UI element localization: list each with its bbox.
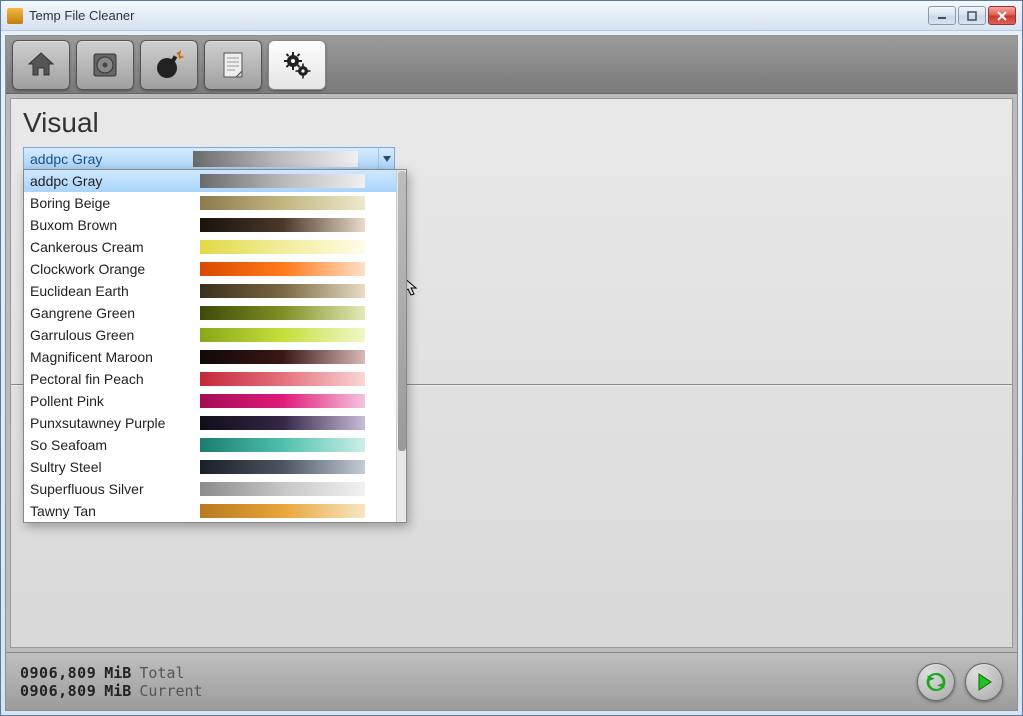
theme-option[interactable]: Pectoral fin Peach bbox=[24, 368, 406, 390]
theme-option[interactable]: So Seafoam bbox=[24, 434, 406, 456]
window-title: Temp File Cleaner bbox=[29, 8, 928, 23]
drive-icon bbox=[89, 49, 121, 81]
maximize-icon bbox=[967, 11, 977, 21]
theme-option-swatch bbox=[200, 504, 365, 518]
window-controls bbox=[928, 6, 1016, 25]
combobox-value: addpc Gray bbox=[24, 151, 193, 167]
play-icon bbox=[974, 672, 994, 692]
gear-icon bbox=[281, 49, 313, 81]
scrollbar[interactable] bbox=[396, 170, 406, 522]
theme-option-swatch bbox=[200, 262, 365, 276]
dropdown-list[interactable]: addpc Gray Boring Beige Buxom Brown Cankero… bbox=[24, 170, 406, 522]
theme-option-swatch bbox=[200, 218, 365, 232]
theme-option[interactable]: addpc Gray bbox=[24, 170, 406, 192]
refresh-button[interactable] bbox=[917, 663, 955, 701]
theme-option-swatch bbox=[200, 196, 365, 210]
theme-option-label: Cankerous Cream bbox=[30, 239, 200, 255]
theme-option[interactable]: Euclidean Earth bbox=[24, 280, 406, 302]
drive-button[interactable] bbox=[76, 40, 134, 90]
theme-option[interactable]: Tawny Tan bbox=[24, 500, 406, 522]
theme-option-swatch bbox=[200, 284, 365, 298]
theme-option-label: Tawny Tan bbox=[30, 503, 200, 519]
theme-option-label: Pectoral fin Peach bbox=[30, 371, 200, 387]
report-button[interactable] bbox=[204, 40, 262, 90]
theme-option-label: Clockwork Orange bbox=[30, 261, 200, 277]
theme-option-swatch bbox=[200, 394, 365, 408]
theme-option-label: Gangrene Green bbox=[30, 305, 200, 321]
scrollbar-thumb[interactable] bbox=[398, 171, 406, 451]
theme-option-swatch bbox=[200, 240, 365, 254]
theme-option-swatch bbox=[200, 372, 365, 386]
theme-option-label: Superfluous Silver bbox=[30, 481, 200, 497]
theme-option-swatch bbox=[200, 438, 365, 452]
theme-dropdown: addpc Gray Boring Beige Buxom Brown Cankero… bbox=[23, 169, 407, 523]
theme-option-label: Buxom Brown bbox=[30, 217, 200, 233]
theme-option-label: Sultry Steel bbox=[30, 459, 200, 475]
app-window: Temp File Cleaner bbox=[0, 0, 1023, 716]
theme-option[interactable]: Sultry Steel bbox=[24, 456, 406, 478]
theme-option-label: Magnificent Maroon bbox=[30, 349, 200, 365]
section-title: Visual bbox=[23, 107, 1000, 139]
theme-option[interactable]: Cankerous Cream bbox=[24, 236, 406, 258]
theme-option-swatch bbox=[200, 482, 365, 496]
theme-option-swatch bbox=[200, 350, 365, 364]
theme-option-label: Euclidean Earth bbox=[30, 283, 200, 299]
theme-option[interactable]: Superfluous Silver bbox=[24, 478, 406, 500]
theme-option-swatch bbox=[200, 460, 365, 474]
content-panel: Visual addpc Gray addpc Gray Boring Beige… bbox=[10, 98, 1013, 648]
theme-option[interactable]: Gangrene Green bbox=[24, 302, 406, 324]
theme-option[interactable]: Punxsutawney Purple bbox=[24, 412, 406, 434]
current-label: Current bbox=[139, 682, 202, 700]
theme-option[interactable]: Buxom Brown bbox=[24, 214, 406, 236]
theme-option-label: Garrulous Green bbox=[30, 327, 200, 343]
theme-option[interactable]: Clockwork Orange bbox=[24, 258, 406, 280]
theme-option[interactable]: Garrulous Green bbox=[24, 324, 406, 346]
bomb-button[interactable] bbox=[140, 40, 198, 90]
combobox-swatch bbox=[193, 151, 358, 167]
close-button[interactable] bbox=[988, 6, 1016, 25]
report-icon bbox=[217, 49, 249, 81]
stats-block: 0906,809 MiB Total 0906,809 MiB Current bbox=[20, 664, 907, 700]
app-icon bbox=[7, 8, 23, 24]
current-unit: MiB bbox=[104, 682, 131, 700]
titlebar[interactable]: Temp File Cleaner bbox=[1, 1, 1022, 31]
theme-option-label: addpc Gray bbox=[30, 173, 200, 189]
theme-option-label: So Seafoam bbox=[30, 437, 200, 453]
play-button[interactable] bbox=[965, 663, 1003, 701]
theme-option-label: Pollent Pink bbox=[30, 393, 200, 409]
theme-option-label: Boring Beige bbox=[30, 195, 200, 211]
home-icon bbox=[25, 49, 57, 81]
theme-option[interactable]: Magnificent Maroon bbox=[24, 346, 406, 368]
total-unit: MiB bbox=[104, 664, 131, 682]
theme-option[interactable]: Boring Beige bbox=[24, 192, 406, 214]
theme-option[interactable]: Pollent Pink bbox=[24, 390, 406, 412]
minimize-button[interactable] bbox=[928, 6, 956, 25]
settings-button[interactable] bbox=[268, 40, 326, 90]
statusbar: 0906,809 MiB Total 0906,809 MiB Current bbox=[6, 652, 1017, 710]
toolbar bbox=[6, 36, 1017, 94]
theme-option-swatch bbox=[200, 416, 365, 430]
theme-option-label: Punxsutawney Purple bbox=[30, 415, 200, 431]
total-value: 0906,809 bbox=[20, 664, 96, 682]
current-value: 0906,809 bbox=[20, 682, 96, 700]
refresh-icon bbox=[925, 671, 947, 693]
theme-option-swatch bbox=[200, 174, 365, 188]
theme-option-swatch bbox=[200, 328, 365, 342]
bomb-icon bbox=[153, 49, 185, 81]
minimize-icon bbox=[937, 11, 947, 21]
maximize-button[interactable] bbox=[958, 6, 986, 25]
home-button[interactable] bbox=[12, 40, 70, 90]
chevron-down-icon bbox=[378, 148, 394, 170]
client-area: Visual addpc Gray addpc Gray Boring Beige… bbox=[5, 35, 1018, 711]
theme-option-swatch bbox=[200, 306, 365, 320]
total-label: Total bbox=[139, 664, 184, 682]
theme-combobox[interactable]: addpc Gray bbox=[23, 147, 395, 171]
close-icon bbox=[997, 11, 1007, 21]
